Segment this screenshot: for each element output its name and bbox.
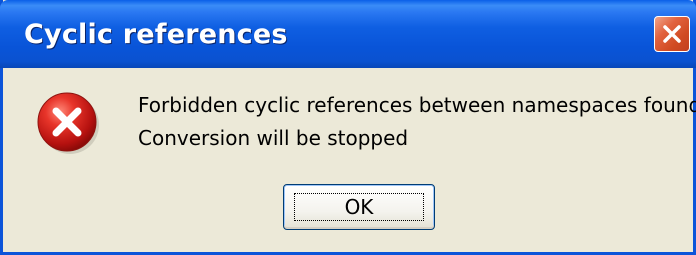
message-line: Conversion will be stopped [138,126,409,150]
message-text: Forbidden cyclic references between name… [138,89,696,155]
dialog-content: Forbidden cyclic references between name… [3,68,696,252]
close-button[interactable] [654,16,690,52]
message-line: Forbidden cyclic references between name… [138,93,696,117]
ok-button-label: OK [344,195,374,219]
dialog-window: Cyclic references Forbidden cyclic refer… [0,0,696,255]
ok-button[interactable]: OK [283,184,435,230]
title-bar[interactable]: Cyclic references [0,0,696,68]
error-icon [37,92,99,154]
close-icon [663,25,681,43]
window-title: Cyclic references [24,19,288,50]
